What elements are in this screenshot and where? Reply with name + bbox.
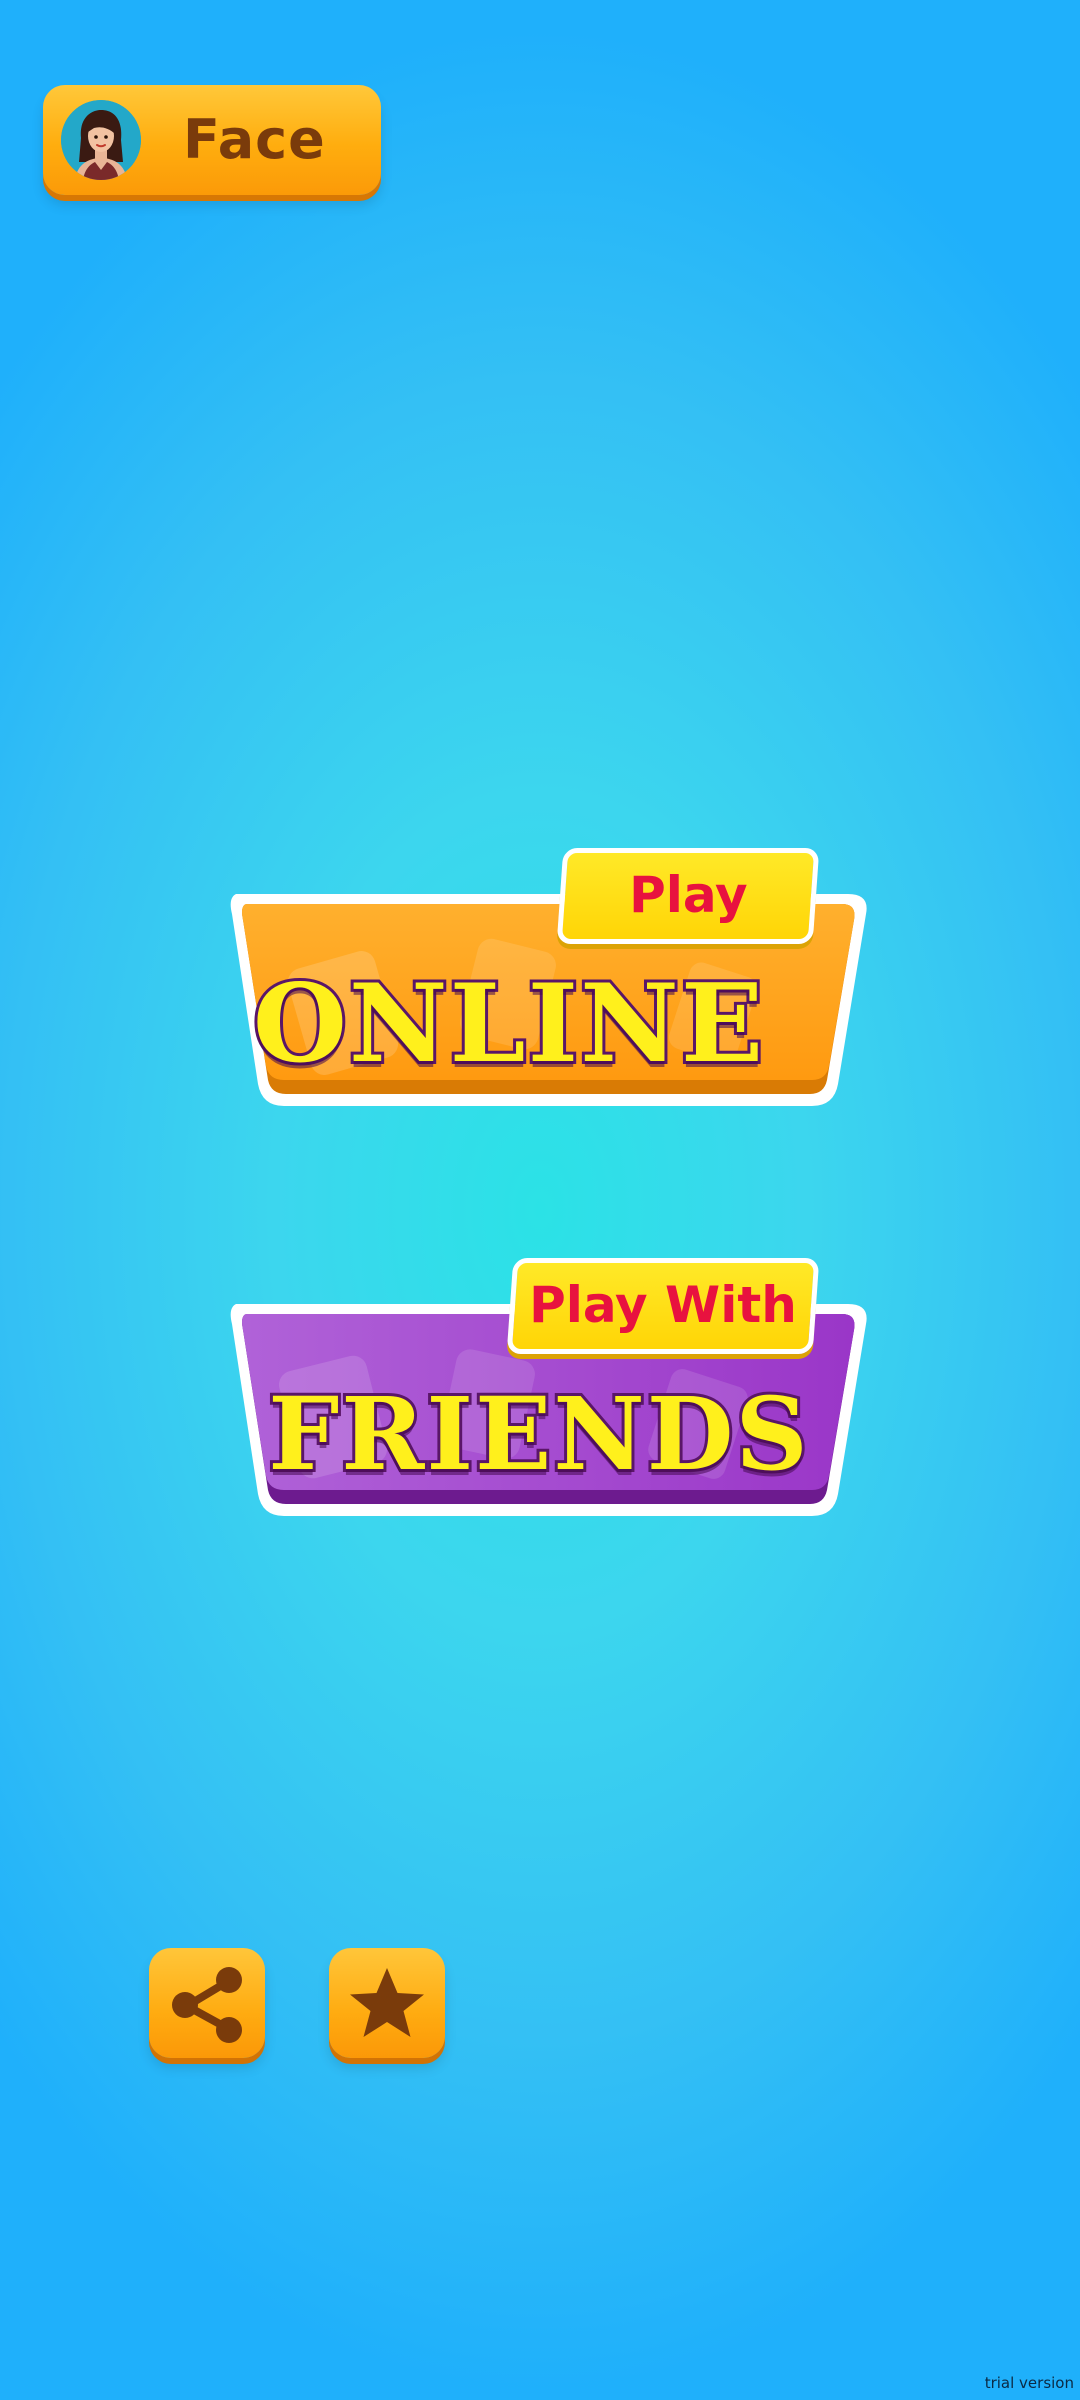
profile-button[interactable]: Face	[43, 85, 381, 195]
play-online-button[interactable]: Play ONLINE	[218, 848, 872, 1116]
female-avatar-icon	[61, 100, 141, 180]
star-icon	[350, 1968, 424, 2037]
play-with-tag: Play With	[506, 1258, 820, 1354]
play-tag: Play	[556, 848, 820, 944]
profile-name: Face	[183, 108, 326, 171]
avatar	[61, 100, 141, 180]
play-with-friends-button[interactable]: Play With FRIENDS	[218, 1258, 872, 1526]
share-icon	[172, 1967, 242, 2043]
friends-label: FRIENDS	[265, 1375, 810, 1493]
share-button[interactable]	[149, 1948, 265, 2058]
watermark: trial version	[984, 2374, 1074, 2392]
rate-button[interactable]	[329, 1948, 445, 2058]
online-label: ONLINE	[250, 961, 766, 1087]
